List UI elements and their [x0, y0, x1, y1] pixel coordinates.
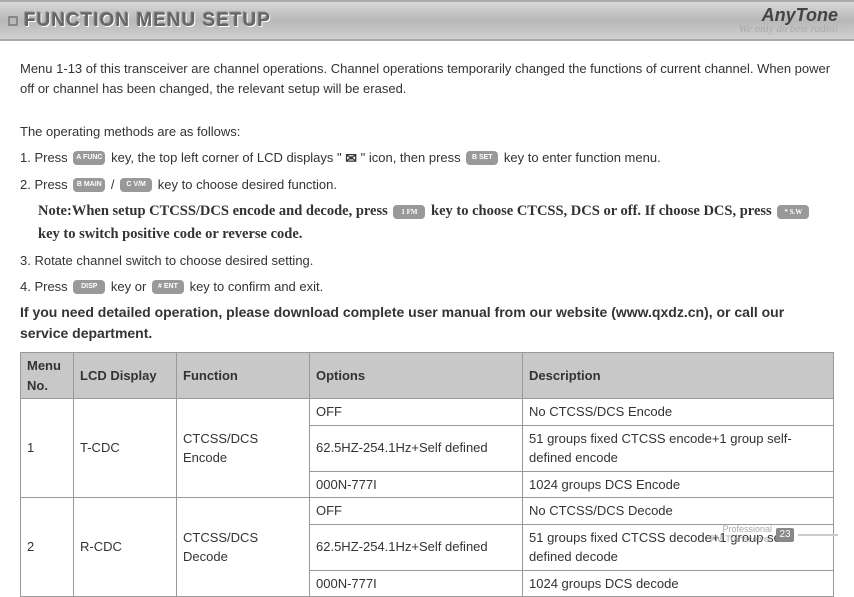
key-disp-icon: DISP: [73, 280, 105, 294]
cell-func: CTCSS/DCS Encode: [177, 399, 310, 498]
th-options: Options: [310, 353, 523, 399]
envelope-icon: ✉: [345, 150, 357, 166]
key-bmain-icon: B MAIN: [73, 178, 105, 192]
step-3: 3. Rotate channel switch to choose desir…: [20, 251, 834, 271]
table-body: 1 T-CDC CTCSS/DCS Encode OFF No CTCSS/DC…: [21, 399, 834, 597]
key-afunc-icon: A FUNC: [73, 151, 105, 165]
cell-opt: 000N-777I: [310, 471, 523, 498]
note-text-a: Note:When setup CTCSS/DCS encode and dec…: [38, 203, 391, 219]
download-note: If you need detailed operation, please d…: [20, 302, 834, 344]
step4-text-c: key to confirm and exit.: [190, 279, 324, 294]
menu-table: Menu No. LCD Display Function Options De…: [20, 352, 834, 597]
cell-desc: 1024 groups DCS decode: [523, 570, 834, 597]
page-number: 23: [776, 528, 794, 542]
cell-opt: 000N-777I: [310, 570, 523, 597]
header-bullet-icon: [8, 16, 18, 26]
step-1: 1. Press A FUNC key, the top left corner…: [20, 148, 834, 169]
step4-text-b: key or: [111, 279, 150, 294]
methods-title: The operating methods are as follows:: [20, 122, 834, 142]
cell-opt: 62.5HZ-254.1Hz+Self defined: [310, 524, 523, 570]
key-ent-icon: # ENT: [152, 280, 184, 294]
note-text-c: key to switch positive code or reverse c…: [38, 226, 302, 242]
th-lcd: LCD Display: [74, 353, 177, 399]
table-header-row: Menu No. LCD Display Function Options De…: [21, 353, 834, 399]
note-text-b: key to choose CTCSS, DCS or off. If choo…: [431, 203, 775, 219]
key-bset-icon: B SET: [466, 151, 498, 165]
header-title: FUNCTION MENU SETUP: [24, 10, 271, 32]
key-sw-icon: * S.W: [777, 205, 809, 219]
step1-text-d: key to enter function menu.: [504, 150, 661, 165]
th-function: Function: [177, 353, 310, 399]
cell-desc: 1024 groups DCS Encode: [523, 471, 834, 498]
footer-line-decor: [798, 534, 838, 536]
cell-menu-no: 1: [21, 399, 74, 498]
page-content: Menu 1-13 of this transceiver are channe…: [0, 41, 854, 597]
key-cvm-icon: C V/M: [120, 178, 152, 192]
cell-opt: 62.5HZ-254.1Hz+Self defined: [310, 425, 523, 471]
footer-line2: FM Transceiver: [710, 534, 772, 544]
intro-paragraph: Menu 1-13 of this transceiver are channe…: [20, 59, 834, 98]
cell-desc: No CTCSS/DCS Decode: [523, 498, 834, 525]
footer-line1: Professional: [722, 524, 772, 534]
table-row: 2 R-CDC CTCSS/DCS Decode OFF No CTCSS/DC…: [21, 498, 834, 525]
cell-lcd: R-CDC: [74, 498, 177, 597]
cell-desc: No CTCSS/DCS Encode: [523, 399, 834, 426]
brand-tagline: We only do best radio!: [739, 24, 838, 35]
step-2: 2. Press B MAIN / C V/M key to choose de…: [20, 175, 834, 195]
cell-menu-no: 2: [21, 498, 74, 597]
brand-block: AnyTone We only do best radio!: [739, 6, 838, 35]
step1-text-b: key, the top left corner of LCD displays…: [111, 150, 345, 165]
brand-name: AnyTone: [762, 6, 838, 24]
cell-func: CTCSS/DCS Decode: [177, 498, 310, 597]
step2-text-a: 2. Press: [20, 177, 71, 192]
step1-text-c: " icon, then press: [361, 150, 465, 165]
note-paragraph: Note:When setup CTCSS/DCS encode and dec…: [20, 200, 834, 245]
section-header: FUNCTION MENU SETUP AnyTone We only do b…: [0, 0, 854, 41]
cell-lcd: T-CDC: [74, 399, 177, 498]
table-row: 1 T-CDC CTCSS/DCS Encode OFF No CTCSS/DC…: [21, 399, 834, 426]
cell-opt: OFF: [310, 399, 523, 426]
step2-text-c: key to choose desired function.: [158, 177, 337, 192]
th-menu-no: Menu No.: [21, 353, 74, 399]
step2-text-b: /: [111, 177, 118, 192]
step1-text-a: 1. Press: [20, 150, 71, 165]
step4-text-a: 4. Press: [20, 279, 71, 294]
cell-desc: 51 groups fixed CTCSS encode+1 group sel…: [523, 425, 834, 471]
cell-opt: OFF: [310, 498, 523, 525]
page-footer: Professional FM Transceiver 23: [710, 525, 838, 545]
step-4: 4. Press DISP key or # ENT key to confir…: [20, 277, 834, 297]
th-description: Description: [523, 353, 834, 399]
key-fm-icon: 1 FM: [393, 205, 425, 219]
